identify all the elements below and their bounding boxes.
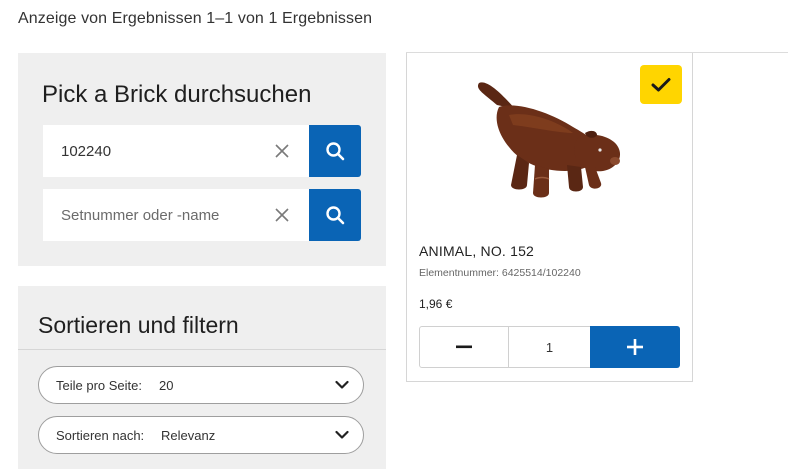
quantity-stepper: 1 [419, 326, 680, 368]
sort-by-select[interactable]: Sortieren nach: Relevanz [38, 416, 364, 454]
per-page-value: 20 [159, 378, 174, 393]
plus-icon [627, 339, 643, 355]
chevron-down-icon [335, 380, 349, 389]
sort-by-label: Sortieren nach: [56, 428, 145, 443]
checkmark-icon [651, 77, 671, 91]
search-icon [326, 142, 345, 161]
chevron-down-icon [335, 430, 349, 439]
search-panel: Pick a Brick durchsuchen [18, 53, 386, 266]
element-number: Elementnummer: 6425514/102240 [419, 267, 581, 279]
set-search-button[interactable] [309, 189, 361, 241]
close-icon[interactable] [273, 142, 291, 160]
filter-title: Sortieren und filtern [38, 312, 239, 338]
product-price: 1,96 € [419, 297, 453, 311]
product-image[interactable] [469, 75, 629, 205]
product-name[interactable]: ANIMAL, NO. 152 [419, 243, 534, 259]
sort-by-value: Relevanz [161, 428, 216, 443]
filter-panel: Sortieren und filtern Teile pro Seite: 2… [18, 286, 386, 469]
selected-badge[interactable] [640, 65, 682, 104]
per-page-label: Teile pro Seite: [56, 378, 142, 393]
increase-quantity-button[interactable] [590, 326, 680, 368]
minus-icon [456, 345, 472, 349]
set-search-input[interactable] [43, 189, 309, 241]
set-search-row [43, 189, 361, 241]
results-count: Anzeige von Ergebnissen 1–1 von 1 Ergebn… [18, 10, 373, 27]
element-search-input[interactable] [43, 125, 309, 177]
close-icon[interactable] [273, 206, 291, 224]
search-icon [326, 206, 345, 225]
divider [18, 349, 386, 350]
element-search-row [43, 125, 361, 177]
per-page-select[interactable]: Teile pro Seite: 20 [38, 366, 364, 404]
element-search-button[interactable] [309, 125, 361, 177]
product-card[interactable]: ANIMAL, NO. 152 Elementnummer: 6425514/1… [406, 53, 693, 382]
quantity-value[interactable]: 1 [508, 326, 591, 368]
decrease-quantity-button[interactable] [419, 326, 509, 368]
search-title: Pick a Brick durchsuchen [42, 81, 312, 108]
